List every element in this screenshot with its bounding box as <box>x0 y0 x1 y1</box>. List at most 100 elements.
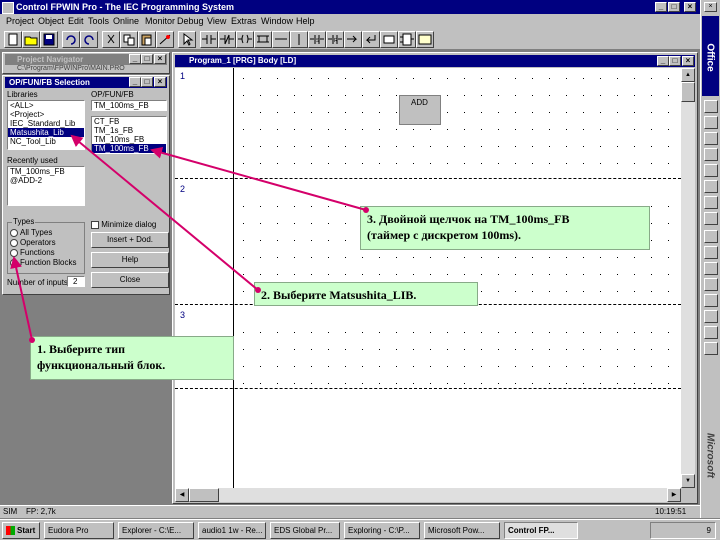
editor-close-button[interactable]: × <box>682 56 694 66</box>
menu-edit[interactable]: Edit <box>68 16 84 26</box>
navigator-maximize-button[interactable]: □ <box>141 54 153 64</box>
office-access-icon[interactable] <box>704 230 718 243</box>
editor-hscrollbar[interactable]: ◀ ▶ <box>175 488 681 502</box>
paste-icon[interactable] <box>138 31 156 48</box>
opfunfb-list[interactable]: CT_FB TM_1s_FB TM_10ms_FB TM_100ms_FB <box>91 116 167 154</box>
menu-monitor[interactable]: Monitor <box>145 16 175 26</box>
contact-no-icon[interactable] <box>200 31 218 48</box>
compile-icon[interactable] <box>156 31 174 48</box>
task-powerpoint[interactable]: Microsoft Pow... <box>424 522 500 539</box>
undo-icon[interactable] <box>62 31 80 48</box>
office-close-button[interactable]: × <box>704 2 717 12</box>
new-project-icon[interactable] <box>4 31 22 48</box>
inputs-field[interactable]: 2 <box>67 276 85 287</box>
library-item-selected[interactable]: Matsushita_Lib <box>8 128 84 137</box>
coil-icon[interactable] <box>236 31 254 48</box>
task-exploring[interactable]: Exploring - C:\P... <box>344 522 420 539</box>
opfunfb-item[interactable]: CT_FB <box>92 117 166 126</box>
menu-online[interactable]: Online <box>113 16 139 26</box>
copy-icon[interactable] <box>120 31 138 48</box>
fb-insert-icon[interactable] <box>398 31 416 48</box>
recently-used-list[interactable]: TM_100ms_FB @ADD-2 <box>7 166 85 206</box>
office-notes-icon[interactable] <box>704 180 718 193</box>
radio-all-types[interactable]: All Types <box>10 228 52 238</box>
office-search-icon[interactable] <box>704 278 718 291</box>
redo-icon[interactable] <box>80 31 98 48</box>
minimize-button[interactable]: _ <box>655 2 667 12</box>
open-icon[interactable] <box>22 31 40 48</box>
office-mail-icon[interactable] <box>704 132 718 145</box>
label-icon[interactable] <box>380 31 398 48</box>
opfunfb-item[interactable]: TM_1s_FB <box>92 126 166 135</box>
close-button[interactable]: × <box>684 2 696 12</box>
radio-function-blocks[interactable]: Function Blocks <box>10 258 76 268</box>
office-binder-icon[interactable] <box>704 262 718 275</box>
menu-debug[interactable]: Debug <box>177 16 204 26</box>
line-icon[interactable] <box>272 31 290 48</box>
office-outlook-icon[interactable] <box>704 342 718 355</box>
menu-extras[interactable]: Extras <box>231 16 257 26</box>
parallel-icon[interactable] <box>254 31 272 48</box>
cut-icon[interactable] <box>102 31 120 48</box>
menu-help[interactable]: Help <box>296 16 315 26</box>
menu-window[interactable]: Window <box>261 16 293 26</box>
scroll-thumb[interactable] <box>681 82 695 102</box>
comment-icon[interactable] <box>416 31 434 48</box>
library-item[interactable]: IEC_Standard_Lib <box>8 119 84 128</box>
opfunfb-field[interactable]: TM_100ms_FB <box>91 100 167 111</box>
menu-view[interactable]: View <box>207 16 226 26</box>
task-eudora[interactable]: Eudora Pro <box>44 522 114 539</box>
task-explorer[interactable]: Explorer - C:\E... <box>118 522 194 539</box>
recent-item[interactable]: @ADD-2 <box>8 176 84 185</box>
ladder-canvas[interactable]: 1 2 3 ADD <box>175 68 681 488</box>
editor-minimize-button[interactable]: _ <box>657 56 669 66</box>
office-contacts-icon[interactable] <box>704 164 718 177</box>
radio-functions[interactable]: Functions <box>10 248 55 258</box>
scroll-right-button[interactable]: ▶ <box>667 488 681 502</box>
task-eds-global[interactable]: EDS Global Pr... <box>270 522 340 539</box>
task-control-fp[interactable]: Control FP... <box>504 522 578 539</box>
scroll-down-button[interactable]: ▼ <box>681 474 695 488</box>
opfunfb-item-selected[interactable]: TM_100ms_FB <box>92 144 166 153</box>
jump-icon[interactable] <box>344 31 362 48</box>
add-function-block[interactable]: ADD <box>399 95 441 125</box>
close-dialog-button[interactable]: Close <box>91 272 169 288</box>
office-network-icon[interactable] <box>704 310 718 323</box>
editor-maximize-button[interactable]: □ <box>669 56 681 66</box>
save-icon[interactable] <box>40 31 58 48</box>
opfunfb-item[interactable]: TM_10ms_FB <box>92 135 166 144</box>
office-schedule-icon[interactable] <box>704 148 718 161</box>
navigator-close-button[interactable]: × <box>154 54 166 64</box>
return-icon[interactable] <box>362 31 380 48</box>
hscroll-thumb[interactable] <box>189 488 219 502</box>
office-powerpoint-icon[interactable] <box>704 246 718 259</box>
vline-icon[interactable] <box>290 31 308 48</box>
navigator-minimize-button[interactable]: _ <box>129 54 141 64</box>
minimize-dialog-checkbox[interactable]: Minimize dialog <box>91 220 156 229</box>
recent-item[interactable]: TM_100ms_FB <box>8 167 84 176</box>
menu-object[interactable]: Object <box>38 16 64 26</box>
office-help-icon[interactable] <box>704 294 718 307</box>
office-tools-icon[interactable] <box>704 326 718 339</box>
scroll-left-button[interactable]: ◀ <box>175 488 189 502</box>
scroll-up-button[interactable]: ▲ <box>681 68 695 82</box>
office-calendar-icon[interactable] <box>704 212 718 225</box>
office-excel-icon[interactable] <box>704 116 718 129</box>
editor-vscrollbar[interactable]: ▲ ▼ <box>681 68 695 488</box>
office-word-icon[interactable] <box>704 100 718 113</box>
reset-coil-icon[interactable]: R <box>326 31 344 48</box>
selection-maximize-button[interactable]: □ <box>141 77 153 87</box>
libraries-list[interactable]: <ALL> <Project> IEC_Standard_Lib Matsush… <box>7 100 85 150</box>
contact-nc-icon[interactable] <box>218 31 236 48</box>
start-button[interactable]: Start <box>2 522 40 539</box>
selection-minimize-button[interactable]: _ <box>129 77 141 87</box>
library-item[interactable]: <Project> <box>8 110 84 119</box>
selection-close-button[interactable]: × <box>154 77 166 87</box>
menu-tools[interactable]: Tools <box>88 16 109 26</box>
library-item[interactable]: NC_Tool_Lib <box>8 137 84 146</box>
maximize-button[interactable]: □ <box>668 2 680 12</box>
set-coil-icon[interactable]: S <box>308 31 326 48</box>
radio-operators[interactable]: Operators <box>10 238 56 248</box>
help-button[interactable]: Help <box>91 252 169 268</box>
library-item[interactable]: <ALL> <box>8 101 84 110</box>
